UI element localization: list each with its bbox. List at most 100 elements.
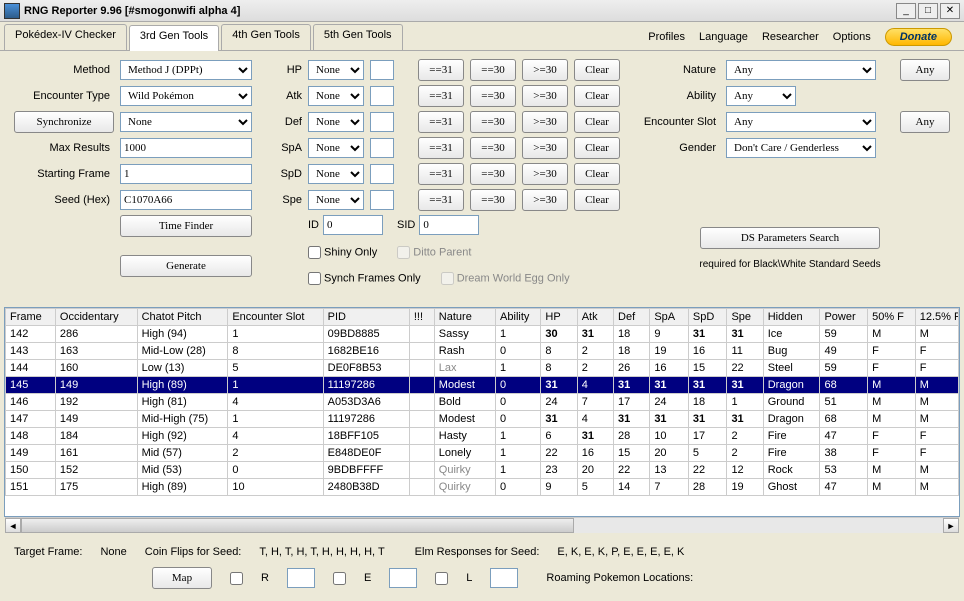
iv-Atk-eq30-button[interactable]: ==30: [470, 85, 516, 107]
minimize-button[interactable]: _: [896, 3, 916, 19]
menu-options[interactable]: Options: [833, 31, 871, 43]
map-button[interactable]: Map: [152, 567, 212, 589]
encounter-type-select[interactable]: Wild Pokémon: [120, 86, 252, 106]
results-table-wrap[interactable]: FrameOccidentaryChatot PitchEncounter Sl…: [4, 307, 960, 517]
col-header[interactable]: Def: [614, 309, 650, 326]
roam-l-checkbox[interactable]: [435, 572, 448, 585]
iv-SpA-eq31-button[interactable]: ==31: [418, 137, 464, 159]
iv-Spe-ge30-button[interactable]: >=30: [522, 189, 568, 211]
ds-parameters-button[interactable]: DS Parameters Search: [700, 227, 880, 249]
roam-r-checkbox[interactable]: [230, 572, 243, 585]
id-input[interactable]: [323, 215, 383, 235]
table-row[interactable]: 149161Mid (57)2E848DE0FLonely12216152052…: [6, 445, 959, 462]
horizontal-scrollbar[interactable]: ◄ ►: [5, 517, 959, 533]
gender-select[interactable]: Don't Care / Genderless: [726, 138, 876, 158]
table-row[interactable]: 146192High (81)4A053D3A6Bold02471724181G…: [6, 394, 959, 411]
col-header[interactable]: SpD: [688, 309, 727, 326]
nature-any-button[interactable]: Any: [900, 59, 950, 81]
roam-r-input[interactable]: [287, 568, 315, 588]
col-header[interactable]: Ability: [496, 309, 541, 326]
iv-Atk-clear-button[interactable]: Clear: [574, 85, 620, 107]
table-row[interactable]: 143163Mid-Low (28)81682BE16Rash082181916…: [6, 343, 959, 360]
scroll-left-icon[interactable]: ◄: [5, 518, 21, 533]
col-header[interactable]: PID: [323, 309, 409, 326]
scroll-right-icon[interactable]: ►: [943, 518, 959, 533]
iv-SpD-ge30-button[interactable]: >=30: [522, 163, 568, 185]
starting-frame-input[interactable]: [120, 164, 252, 184]
tab-1[interactable]: 3rd Gen Tools: [129, 25, 219, 51]
iv-Def-val-input[interactable]: [370, 112, 394, 132]
menu-researcher[interactable]: Researcher: [762, 31, 819, 43]
tab-3[interactable]: 5th Gen Tools: [313, 24, 403, 50]
col-header[interactable]: Spe: [727, 309, 763, 326]
iv-HP-op-select[interactable]: None: [308, 60, 364, 80]
iv-SpA-eq30-button[interactable]: ==30: [470, 137, 516, 159]
iv-HP-val-input[interactable]: [370, 60, 394, 80]
encslot-any-button[interactable]: Any: [900, 111, 950, 133]
roam-l-input[interactable]: [490, 568, 518, 588]
synchronize-button[interactable]: Synchronize: [14, 111, 114, 133]
col-header[interactable]: Atk: [577, 309, 613, 326]
donate-button[interactable]: Donate: [885, 28, 952, 46]
generate-button[interactable]: Generate: [120, 255, 252, 277]
iv-HP-ge30-button[interactable]: >=30: [522, 59, 568, 81]
col-header[interactable]: Nature: [434, 309, 495, 326]
col-header[interactable]: Encounter Slot: [228, 309, 323, 326]
iv-Spe-eq31-button[interactable]: ==31: [418, 189, 464, 211]
col-header[interactable]: Chatot Pitch: [137, 309, 228, 326]
iv-Def-op-select[interactable]: None: [308, 112, 364, 132]
table-row[interactable]: 144160Low (13)5DE0F8B53Lax18226161522Ste…: [6, 360, 959, 377]
synch-frames-checkbox[interactable]: [308, 272, 321, 285]
scroll-thumb[interactable]: [21, 518, 574, 533]
encounter-slot-select[interactable]: Any: [726, 112, 876, 132]
col-header[interactable]: !!!: [409, 309, 434, 326]
iv-Def-clear-button[interactable]: Clear: [574, 111, 620, 133]
iv-SpD-op-select[interactable]: None: [308, 164, 364, 184]
table-row[interactable]: 148184High (92)418BFF105Hasty16312810172…: [6, 428, 959, 445]
iv-Atk-val-input[interactable]: [370, 86, 394, 106]
col-header[interactable]: 12.5% F: [915, 309, 958, 326]
col-header[interactable]: Frame: [6, 309, 56, 326]
iv-Def-eq30-button[interactable]: ==30: [470, 111, 516, 133]
roam-e-input[interactable]: [389, 568, 417, 588]
iv-SpD-clear-button[interactable]: Clear: [574, 163, 620, 185]
seed-hex-input[interactable]: [120, 190, 252, 210]
iv-SpA-val-input[interactable]: [370, 138, 394, 158]
iv-SpA-ge30-button[interactable]: >=30: [522, 137, 568, 159]
roam-e-checkbox[interactable]: [333, 572, 346, 585]
iv-Spe-val-input[interactable]: [370, 190, 394, 210]
iv-HP-eq30-button[interactable]: ==30: [470, 59, 516, 81]
iv-SpD-eq31-button[interactable]: ==31: [418, 163, 464, 185]
menu-language[interactable]: Language: [699, 31, 748, 43]
iv-Atk-op-select[interactable]: None: [308, 86, 364, 106]
tab-2[interactable]: 4th Gen Tools: [221, 24, 311, 50]
col-header[interactable]: Occidentary: [55, 309, 137, 326]
iv-HP-eq31-button[interactable]: ==31: [418, 59, 464, 81]
method-select[interactable]: Method J (DPPt): [120, 60, 252, 80]
iv-Atk-ge30-button[interactable]: >=30: [522, 85, 568, 107]
table-row[interactable]: 145149High (89)111197286Modest0314313131…: [6, 377, 959, 394]
col-header[interactable]: HP: [541, 309, 577, 326]
col-header[interactable]: SpA: [650, 309, 689, 326]
table-row[interactable]: 142286High (94)109BD8885Sassy13031189313…: [6, 326, 959, 343]
close-button[interactable]: ✕: [940, 3, 960, 19]
iv-SpA-clear-button[interactable]: Clear: [574, 137, 620, 159]
iv-Spe-clear-button[interactable]: Clear: [574, 189, 620, 211]
col-header[interactable]: Hidden: [763, 309, 820, 326]
max-results-input[interactable]: [120, 138, 252, 158]
iv-HP-clear-button[interactable]: Clear: [574, 59, 620, 81]
iv-Def-eq31-button[interactable]: ==31: [418, 111, 464, 133]
table-row[interactable]: 147149Mid-High (75)111197286Modest031431…: [6, 411, 959, 428]
table-row[interactable]: 150152Mid (53)09BDBFFFFQuirky12320221322…: [6, 462, 959, 479]
time-finder-button[interactable]: Time Finder: [120, 215, 252, 237]
shiny-only-checkbox[interactable]: [308, 246, 321, 259]
nature-select[interactable]: Any: [726, 60, 876, 80]
menu-profiles[interactable]: Profiles: [648, 31, 685, 43]
tab-0[interactable]: Pokédex-IV Checker: [4, 24, 127, 50]
iv-Spe-eq30-button[interactable]: ==30: [470, 189, 516, 211]
maximize-button[interactable]: □: [918, 3, 938, 19]
synchronize-select[interactable]: None: [120, 112, 252, 132]
iv-Def-ge30-button[interactable]: >=30: [522, 111, 568, 133]
iv-Atk-eq31-button[interactable]: ==31: [418, 85, 464, 107]
iv-SpD-val-input[interactable]: [370, 164, 394, 184]
